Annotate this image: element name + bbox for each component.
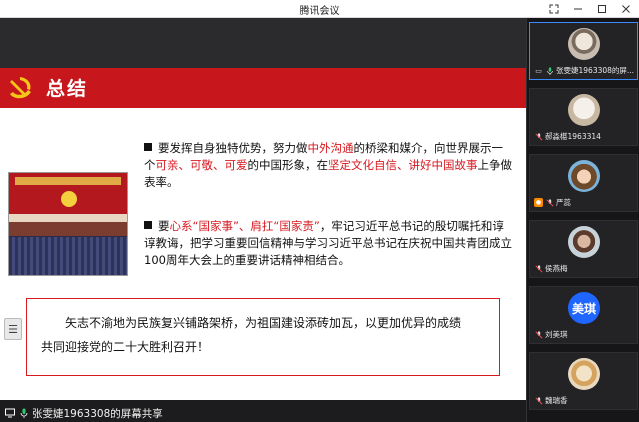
microphone-muted-icon [534, 396, 543, 405]
bullet-1-highlight: 坚定文化自信、讲好中国故事 [328, 158, 478, 172]
participant-avatar [568, 160, 600, 192]
window-controls [547, 2, 633, 16]
photo-banner [15, 177, 121, 185]
bullet-1-text: 的中国形象，在 [247, 158, 329, 172]
bullet-1-highlight: 中外沟通 [307, 141, 354, 155]
participant-name-row: ● 严蕊 [534, 197, 635, 208]
participant-name: 侯燕梅 [545, 264, 568, 273]
participant-avatar: 美琪 [568, 292, 600, 324]
shared-screen-area: 总结 要发挥自身独特优势，努力做中外沟通的桥梁和媒介，向世界展示一个可亲、可敬、… [0, 18, 526, 422]
screen-share-owner: 张雯婕1963308的屏幕共享 [32, 407, 163, 420]
participant-tile[interactable]: ▭ 张雯婕1963308的屏... [529, 22, 638, 80]
participant-avatar [568, 28, 600, 60]
participant-name-row: 魏瑞香 [534, 395, 635, 406]
participant-panel: ▭ 张雯婕1963308的屏... 郝淼椹1963314 ● 严蕊 侯燕梅 美琪… [526, 18, 639, 422]
participant-tile[interactable]: 魏瑞香 [529, 352, 638, 410]
microphone-muted-icon [534, 264, 543, 273]
bullet-square-icon [144, 221, 152, 229]
microphone-muted-icon [545, 198, 554, 207]
microphone-muted-icon [534, 330, 543, 339]
slide-top-strip [0, 18, 526, 68]
microphone-icon [545, 66, 554, 75]
participant-tile[interactable]: 侯燕梅 [529, 220, 638, 278]
screen-share-label: 张雯婕1963308的屏幕共享 [4, 404, 163, 422]
bullet-square-icon [144, 143, 152, 151]
participant-avatar [568, 94, 600, 126]
participant-tile[interactable]: 郝淼椹1963314 [529, 88, 638, 146]
participant-name: 张雯婕1963308的屏... [556, 66, 635, 75]
participant-name-row: 郝淼椹1963314 [534, 131, 635, 142]
screen-share-icon: ▭ [535, 66, 542, 75]
participant-name-row: 侯燕梅 [534, 263, 635, 274]
slogan-line-2: 共同迎接党的二十大胜利召开！ [41, 340, 210, 354]
bullet-2-highlight: 心系“国家事”、肩扛“国家责” [169, 219, 320, 233]
fullscreen-icon[interactable] [547, 2, 561, 16]
window-title: 腾讯会议 [299, 6, 340, 17]
bullet-1-text: 要发挥自身独特优势，努力做 [158, 141, 308, 155]
participant-name-row: 刘美琪 [534, 329, 635, 340]
participant-name: 魏瑞香 [545, 396, 568, 405]
slogan-line-1: 矢志不渝地为民族复兴铺路架桥，为祖国建设添砖加瓦，以更加优异的成绩 [65, 316, 462, 330]
photo-audience [9, 237, 127, 275]
slogan-box: 矢志不渝地为民族复兴铺路架桥，为祖国建设添砖加瓦，以更加优异的成绩 共同迎接党的… [26, 298, 500, 376]
bullet-2-text: 要 [158, 219, 170, 233]
host-badge-icon: ● [534, 198, 543, 207]
meeting-photo [8, 172, 128, 276]
party-emblem-icon [10, 77, 31, 99]
minimize-icon[interactable] [571, 2, 585, 16]
bullet-1-highlight: 可亲、可敬、可爱 [155, 158, 248, 172]
microphone-icon [18, 408, 29, 419]
photo-emblem [61, 191, 77, 207]
title-bar: 腾讯会议 [0, 0, 639, 18]
participant-avatar [568, 358, 600, 390]
participant-name: 严蕊 [556, 198, 571, 207]
screen-share-icon [4, 408, 15, 419]
presentation-slide: 总结 要发挥自身独特优势，努力做中外沟通的桥梁和媒介，向世界展示一个可亲、可敬、… [0, 18, 526, 400]
participant-name: 郝淼椹1963314 [545, 132, 601, 141]
participant-avatar [568, 226, 600, 258]
microphone-muted-icon [534, 132, 543, 141]
participant-name: 刘美琪 [545, 330, 568, 339]
close-icon[interactable] [619, 2, 633, 16]
bullet-1: 要发挥自身独特优势，努力做中外沟通的桥梁和媒介，向世界展示一个可亲、可敬、可爱的… [144, 140, 514, 191]
list-menu-icon[interactable]: ☰ [4, 318, 22, 340]
slide-title: 总结 [46, 78, 89, 100]
participant-tile[interactable]: 美琪 刘美琪 [529, 286, 638, 344]
maximize-icon[interactable] [595, 2, 609, 16]
participant-name-row: ▭ 张雯婕1963308的屏... [534, 65, 635, 76]
bullet-2: 要心系“国家事”、肩扛“国家责”，牢记习近平总书记的殷切嘱托和谆谆教诲，把学习重… [144, 218, 514, 269]
participant-tile[interactable]: ● 严蕊 [529, 154, 638, 212]
